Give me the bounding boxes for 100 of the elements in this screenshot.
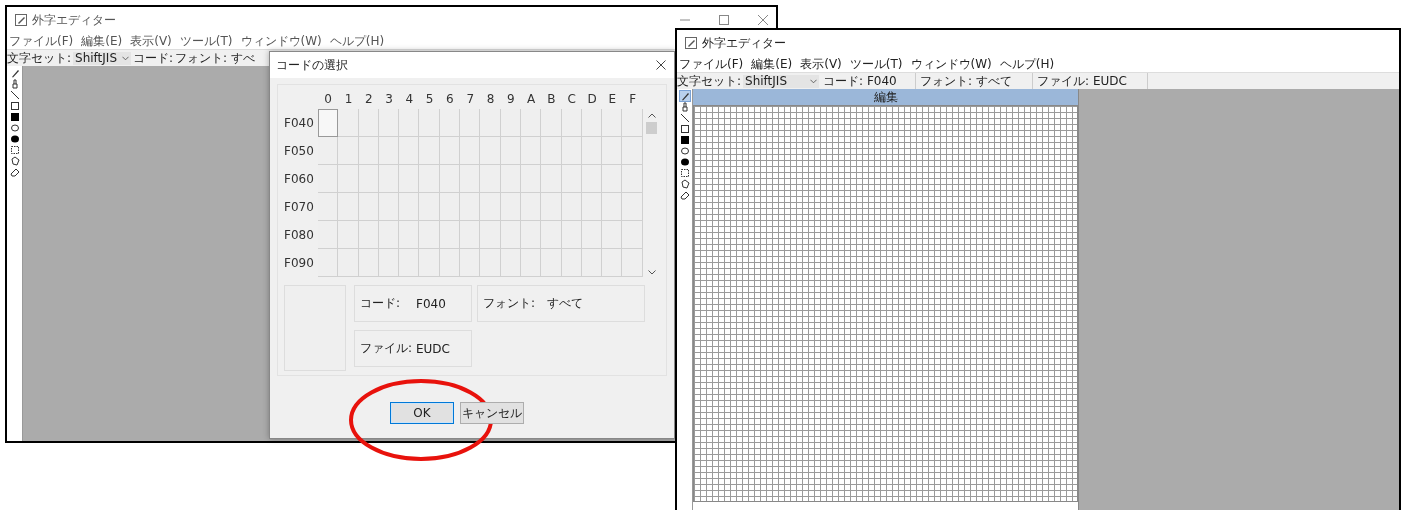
code-cell[interactable] [358,165,379,193]
code-cell[interactable] [318,137,339,165]
code-cell[interactable] [520,109,542,137]
code-cell[interactable] [500,109,521,137]
code-cell[interactable] [602,165,623,193]
code-cell[interactable] [541,221,562,249]
code-cell[interactable] [439,109,461,137]
code-cell[interactable] [561,249,582,277]
code-cell[interactable] [338,221,359,249]
code-cell[interactable] [419,137,440,165]
maximize-icon[interactable] [719,15,729,25]
filled-ellipse-tool-icon[interactable] [9,134,20,144]
pencil-tool-icon[interactable] [9,68,20,78]
code-cell[interactable] [378,137,400,165]
code-cell[interactable] [561,193,582,221]
rect-tool-icon[interactable] [9,101,20,111]
code-cell[interactable] [541,165,562,193]
code-cell[interactable] [622,165,643,193]
code-cell[interactable] [520,249,542,277]
code-cell[interactable] [581,221,603,249]
code-cell[interactable] [622,193,643,221]
code-cell[interactable] [622,221,643,249]
code-cell[interactable] [520,221,542,249]
code-cell[interactable] [399,193,420,221]
code-cell[interactable] [338,249,359,277]
code-cell[interactable] [358,249,379,277]
code-cell[interactable] [419,165,440,193]
code-cell[interactable] [378,109,400,137]
close-icon[interactable] [656,60,666,70]
menu-item[interactable]: 表示(V) [800,55,842,73]
ellipse-tool-icon[interactable] [679,146,690,156]
menu-item[interactable]: ツール(T) [849,55,903,73]
code-cell[interactable] [561,165,582,193]
code-cell[interactable] [541,193,562,221]
code-cell[interactable] [622,109,643,137]
cancel-button[interactable]: キャンセル [460,402,524,424]
code-cell[interactable] [602,249,623,277]
rect-select-tool-icon[interactable] [679,168,690,178]
scroll-down-icon[interactable] [647,270,656,275]
filled-ellipse-tool-icon[interactable] [679,157,690,167]
code-cell[interactable] [419,221,440,249]
code-cell[interactable] [358,137,379,165]
menu-item[interactable]: ツール(T) [179,32,233,50]
code-cell[interactable] [581,193,603,221]
code-cell[interactable] [318,221,339,249]
code-cell[interactable] [399,109,420,137]
code-cell[interactable] [581,109,603,137]
code-cell[interactable] [419,109,440,137]
pencil-tool-icon[interactable] [679,91,690,101]
code-cell[interactable] [399,137,420,165]
code-cell[interactable] [318,193,339,221]
line-tool-icon[interactable] [9,90,20,100]
menu-item[interactable]: ウィンドウ(W) [910,55,992,73]
code-cell[interactable] [358,221,379,249]
code-cell[interactable] [378,193,400,221]
charset-dropdown[interactable]: ShiftJIS [73,51,132,65]
brush-tool-icon[interactable] [9,79,20,89]
code-cell[interactable] [520,137,542,165]
code-cell[interactable] [541,109,562,137]
code-cell[interactable] [500,193,521,221]
code-cell[interactable] [500,221,521,249]
code-cell[interactable] [338,165,359,193]
code-cell[interactable] [318,165,339,193]
code-cell[interactable] [602,109,623,137]
code-cell[interactable] [460,221,481,249]
code-cell[interactable] [581,165,603,193]
code-cell[interactable] [480,193,501,221]
code-cell[interactable] [399,165,420,193]
code-cell[interactable] [480,137,501,165]
code-cell[interactable] [500,249,521,277]
code-cell[interactable] [520,193,542,221]
code-cell[interactable] [602,137,623,165]
code-cell[interactable] [399,249,420,277]
code-cell[interactable] [480,221,501,249]
lasso-tool-icon[interactable] [679,179,690,189]
code-cell[interactable] [419,193,440,221]
code-cell[interactable] [460,193,481,221]
code-cell[interactable] [439,165,461,193]
lasso-tool-icon[interactable] [9,156,20,166]
code-cell[interactable] [480,165,501,193]
code-cell[interactable] [378,221,400,249]
code-cell[interactable] [338,137,359,165]
code-cell[interactable] [561,221,582,249]
code-cell[interactable] [602,221,623,249]
rect-select-tool-icon[interactable] [9,145,20,155]
code-cell[interactable] [399,221,420,249]
filled-rect-tool-icon[interactable] [9,112,20,122]
code-cell[interactable] [378,249,400,277]
code-cell[interactable] [460,165,481,193]
code-cell[interactable] [439,193,461,221]
code-cell[interactable] [460,249,481,277]
code-cell[interactable] [602,193,623,221]
code-cell[interactable] [500,165,521,193]
code-cell[interactable] [318,249,339,277]
eraser-tool-icon[interactable] [679,190,690,200]
scroll-thumb[interactable] [646,122,658,134]
menu-item[interactable]: 編集(E) [81,32,123,50]
code-cell[interactable] [480,109,501,137]
code-cell[interactable] [581,249,603,277]
code-cell[interactable] [419,249,440,277]
